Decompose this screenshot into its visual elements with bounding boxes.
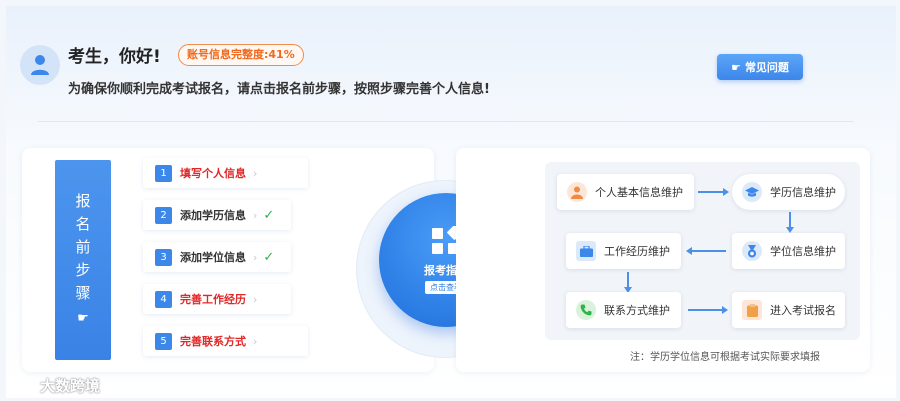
flow-work-info[interactable]: 工作经历维护 [566, 233, 681, 269]
flow-label: 工作经历维护 [604, 245, 670, 258]
steps-banner-char: 骤 [75, 284, 91, 302]
flow-contact-info[interactable]: 联系方式维护 [566, 292, 681, 328]
check-icon: ✓ [263, 207, 275, 223]
chevron-right-icon: › [253, 208, 258, 222]
flow-enter-registration[interactable]: 进入考试报名 [732, 292, 845, 328]
hand-pointer-icon: ☛ [731, 60, 741, 74]
step-item-1[interactable]: 1 填写个人信息 › [143, 158, 308, 188]
user-icon [31, 55, 49, 75]
flow-degree-info[interactable]: 学位信息维护 [732, 233, 845, 269]
steps-banner-char: 前 [75, 238, 91, 256]
steps-banner-char: 报 [75, 192, 91, 210]
flow-label: 学位信息维护 [770, 245, 836, 258]
step-label: 添加学历信息 [180, 209, 246, 222]
step-item-3[interactable]: 3 添加学位信息 › ✓ [143, 242, 291, 272]
steps-banner-char: 步 [75, 261, 91, 279]
person-icon [567, 182, 587, 202]
phone-icon [576, 300, 596, 320]
step-item-4[interactable]: 4 完善工作经历 › [143, 284, 291, 314]
flow-arrow [786, 212, 794, 233]
steps-banner: 报 名 前 步 骤 ☛ [55, 160, 111, 360]
flow-arrow [686, 247, 726, 255]
instruction-text: 为确保你顺利完成考试报名，请点击报名前步骤，按照步骤完善个人信息! [68, 82, 490, 97]
header-divider [38, 121, 854, 122]
watermark-text: 大数跨境 [40, 377, 101, 395]
flow-label: 联系方式维护 [604, 304, 670, 317]
faq-button[interactable]: ☛ 常见问题 [717, 54, 803, 80]
flow-arrow [624, 272, 632, 293]
chevron-right-icon: › [253, 250, 258, 264]
clipboard-icon [742, 300, 762, 320]
chevron-right-icon: › [253, 166, 258, 180]
step-item-2[interactable]: 2 添加学历信息 › ✓ [143, 200, 291, 230]
step-number: 4 [155, 290, 172, 308]
check-icon: ✓ [263, 249, 275, 265]
step-item-5[interactable]: 5 完善联系方式 › [143, 326, 308, 356]
watermark: 大数跨境 [10, 375, 100, 396]
briefcase-icon [576, 241, 596, 261]
logo-icon [10, 376, 34, 396]
faq-button-label: 常见问题 [744, 61, 789, 74]
medal-icon [742, 241, 762, 261]
avatar [20, 45, 60, 85]
step-label: 完善联系方式 [180, 335, 246, 348]
step-label: 添加学位信息 [180, 251, 246, 264]
step-number: 1 [155, 164, 172, 182]
chevron-right-icon: › [253, 334, 258, 348]
flow-education-info[interactable]: 学历信息维护 [732, 174, 845, 210]
step-number: 5 [155, 332, 172, 350]
flow-personal-info[interactable]: 个人基本信息维护 [557, 174, 694, 210]
completeness-badge: 账号信息完整度:41% [178, 44, 304, 66]
flow-arrow [688, 306, 728, 314]
flow-label: 个人基本信息维护 [595, 186, 683, 199]
step-number: 3 [155, 248, 172, 266]
step-label: 完善工作经历 [180, 293, 246, 306]
step-label: 填写个人信息 [180, 167, 246, 180]
step-number: 2 [155, 206, 172, 224]
graduation-cap-icon [742, 182, 762, 202]
flow-label: 学历信息维护 [770, 186, 836, 199]
flow-label: 进入考试报名 [770, 304, 836, 317]
steps-banner-char: 名 [75, 215, 91, 233]
flow-arrow [698, 188, 729, 196]
flow-note: 注：学历学位信息可根据考试实际要求填报 [630, 352, 820, 363]
greeting-title: 考生，你好! [68, 47, 161, 67]
hand-pointer-icon: ☛ [77, 311, 89, 326]
chevron-right-icon: › [253, 292, 258, 306]
